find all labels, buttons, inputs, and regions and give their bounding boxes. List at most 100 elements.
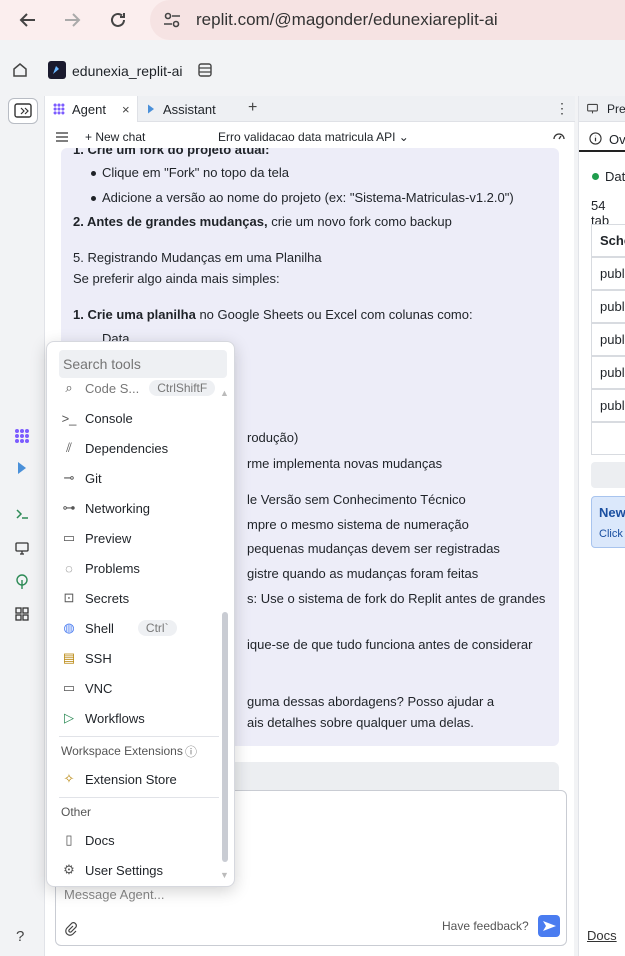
placeholder-bar <box>591 462 625 488</box>
table-row[interactable]: publ <box>591 356 625 389</box>
bullet <box>91 171 96 176</box>
search-tools-input[interactable] <box>59 350 227 378</box>
new-callout[interactable]: New Click <box>591 496 625 548</box>
info-icon <box>589 132 602 145</box>
add-tab-button[interactable]: + <box>248 99 257 117</box>
section-label: Workspace Extensions <box>61 744 183 758</box>
play-icon: ▷ <box>64 710 74 725</box>
dependencies-icon: ⫽ <box>66 440 72 455</box>
scrollbar-thumb[interactable] <box>222 612 228 862</box>
agent-icon <box>53 103 65 115</box>
site-settings-icon[interactable] <box>162 10 182 30</box>
menu-item-secrets[interactable]: ⊡ Secrets <box>61 586 221 610</box>
table-header: Sche <box>591 224 625 257</box>
message-text: 5. Registrando Mudanças em uma Planilha <box>73 250 322 265</box>
preview-icon: ▭ <box>62 530 76 545</box>
message-text: rodução) <box>247 430 299 445</box>
ssh-icon: ▤ <box>62 650 76 665</box>
table-row[interactable]: publ <box>591 257 625 290</box>
rail-agent[interactable] <box>10 424 34 448</box>
menu-item-preview[interactable]: ▭ Preview <box>61 526 221 550</box>
menu-item-extension-store[interactable]: ✧ Extension Store <box>61 767 221 791</box>
app-header: edunexia_replit-ai <box>0 40 625 96</box>
tab-label: Prev <box>607 102 625 116</box>
repl-name[interactable]: edunexia_replit-ai <box>72 63 183 79</box>
message-text: rme implementa novas mudanças <box>247 456 443 471</box>
tab-bar: Agent × Assistant + ⋮ <box>45 96 575 122</box>
message-text: mpre o mesmo sistema de numeração <box>247 517 469 532</box>
message-text: Se preferir algo ainda mais simples: <box>73 271 280 286</box>
message-text: guma dessas abordagens? Posso ajudar a <box>247 694 495 709</box>
tab-agent[interactable]: Agent × <box>45 96 138 122</box>
message-text: 2. Antes de grandes mudanças, crie um no… <box>73 214 452 229</box>
toggle-sidebar-button[interactable] <box>8 98 38 124</box>
monitor-icon: ▭ <box>62 680 76 695</box>
menu-item-user-settings[interactable]: ⚙ User Settings <box>61 858 221 882</box>
menu-item-docs[interactable]: ▯ Docs <box>61 828 221 852</box>
grid-icon <box>15 607 29 621</box>
menu-item-vnc[interactable]: ▭ VNC <box>61 676 221 700</box>
attach-icon[interactable] <box>64 922 78 936</box>
menu-item-shell[interactable]: ◍ Shell Ctrl` <box>61 616 221 640</box>
url-text: replit.com/@magonder/edunexiareplit-ai <box>196 10 498 29</box>
list-icon[interactable] <box>55 130 69 144</box>
info-icon: ⓘ <box>185 745 198 759</box>
history-icon[interactable] <box>552 130 566 144</box>
scroll-down-icon[interactable]: ▼ <box>220 870 229 880</box>
menu-item-problems[interactable]: ◌ Problems <box>61 556 221 580</box>
bullet <box>91 196 96 201</box>
menu-scrollbar[interactable]: ▲ ▼ <box>220 388 230 882</box>
new-chat-button[interactable]: + New chat <box>85 130 145 144</box>
lock-icon: ⊡ <box>63 590 75 605</box>
message-text: Adicione a versão ao nome do projeto (ex… <box>102 190 514 205</box>
table-row[interactable]: publ <box>591 290 625 323</box>
tree-icon <box>16 574 28 589</box>
click-label: Click <box>599 528 623 540</box>
chat-title-dropdown[interactable]: Erro validacao data matricula API ⌄ <box>218 130 409 144</box>
back-button[interactable] <box>6 0 50 40</box>
message-text: 1. Crie um fork do projeto atual: <box>73 148 270 157</box>
sidebar-toggle-icon <box>14 103 32 118</box>
tab-overview[interactable]: Ov <box>579 126 625 152</box>
table-row[interactable]: publ <box>591 323 625 356</box>
rail-assistant[interactable] <box>10 456 34 480</box>
puzzle-icon: ✧ <box>63 771 75 786</box>
send-icon <box>543 921 556 931</box>
address-bar[interactable]: replit.com/@magonder/edunexiareplit-ai <box>150 0 625 40</box>
menu-item-networking[interactable]: ⊶ Networking <box>61 496 221 520</box>
tab-label: Agent <box>72 101 106 117</box>
docs-link[interactable]: Docs <box>587 928 617 943</box>
menu-item-dependencies[interactable]: ⫽ Dependencies <box>61 436 221 460</box>
chat-toolbar: + New chat Erro validacao data matricula… <box>45 123 575 151</box>
menu-item-console[interactable]: >_ Console <box>61 406 221 430</box>
tab-assistant[interactable]: Assistant <box>139 96 239 122</box>
rail-console[interactable] <box>10 502 34 526</box>
rail-all-tools[interactable] <box>10 602 34 626</box>
menu-item-code-search[interactable]: ⌕ Code S... CtrlShiftF <box>61 376 221 400</box>
close-icon[interactable]: × <box>122 102 130 117</box>
menu-item-ssh[interactable]: ▤ SSH <box>61 646 221 670</box>
send-button[interactable] <box>538 915 560 937</box>
reload-button[interactable] <box>96 0 140 40</box>
rail-networking[interactable] <box>10 570 34 594</box>
tab-preview[interactable]: Prev <box>579 96 625 122</box>
table-row[interactable]: publ <box>591 389 625 422</box>
feedback-link[interactable]: Have feedback? <box>442 919 529 933</box>
menu-item-git[interactable]: ⊸ Git <box>61 466 221 490</box>
message-input[interactable]: Message Agent... <box>64 887 164 902</box>
rail-preview[interactable] <box>10 536 34 560</box>
monitor-icon <box>15 542 29 555</box>
home-icon[interactable] <box>12 62 28 78</box>
assistant-icon <box>148 104 154 114</box>
more-icon[interactable]: ⋮ <box>555 100 569 117</box>
message-text: ais detalhes sobre qualquer uma delas. <box>247 715 474 730</box>
database-icon[interactable] <box>197 62 213 78</box>
networking-icon: ⊶ <box>62 500 76 515</box>
forward-button[interactable] <box>50 0 94 40</box>
scroll-up-icon[interactable]: ▲ <box>220 388 229 398</box>
section-label: Other <box>61 805 92 819</box>
tools-menu: ⌕ Code S... CtrlShiftF >_ Console ⫽ Depe… <box>46 341 235 887</box>
menu-item-workflows[interactable]: ▷ Workflows <box>61 706 221 730</box>
message-text: gistre quando as mudanças foram feitas <box>247 566 479 581</box>
help-icon[interactable]: ? <box>16 928 24 945</box>
